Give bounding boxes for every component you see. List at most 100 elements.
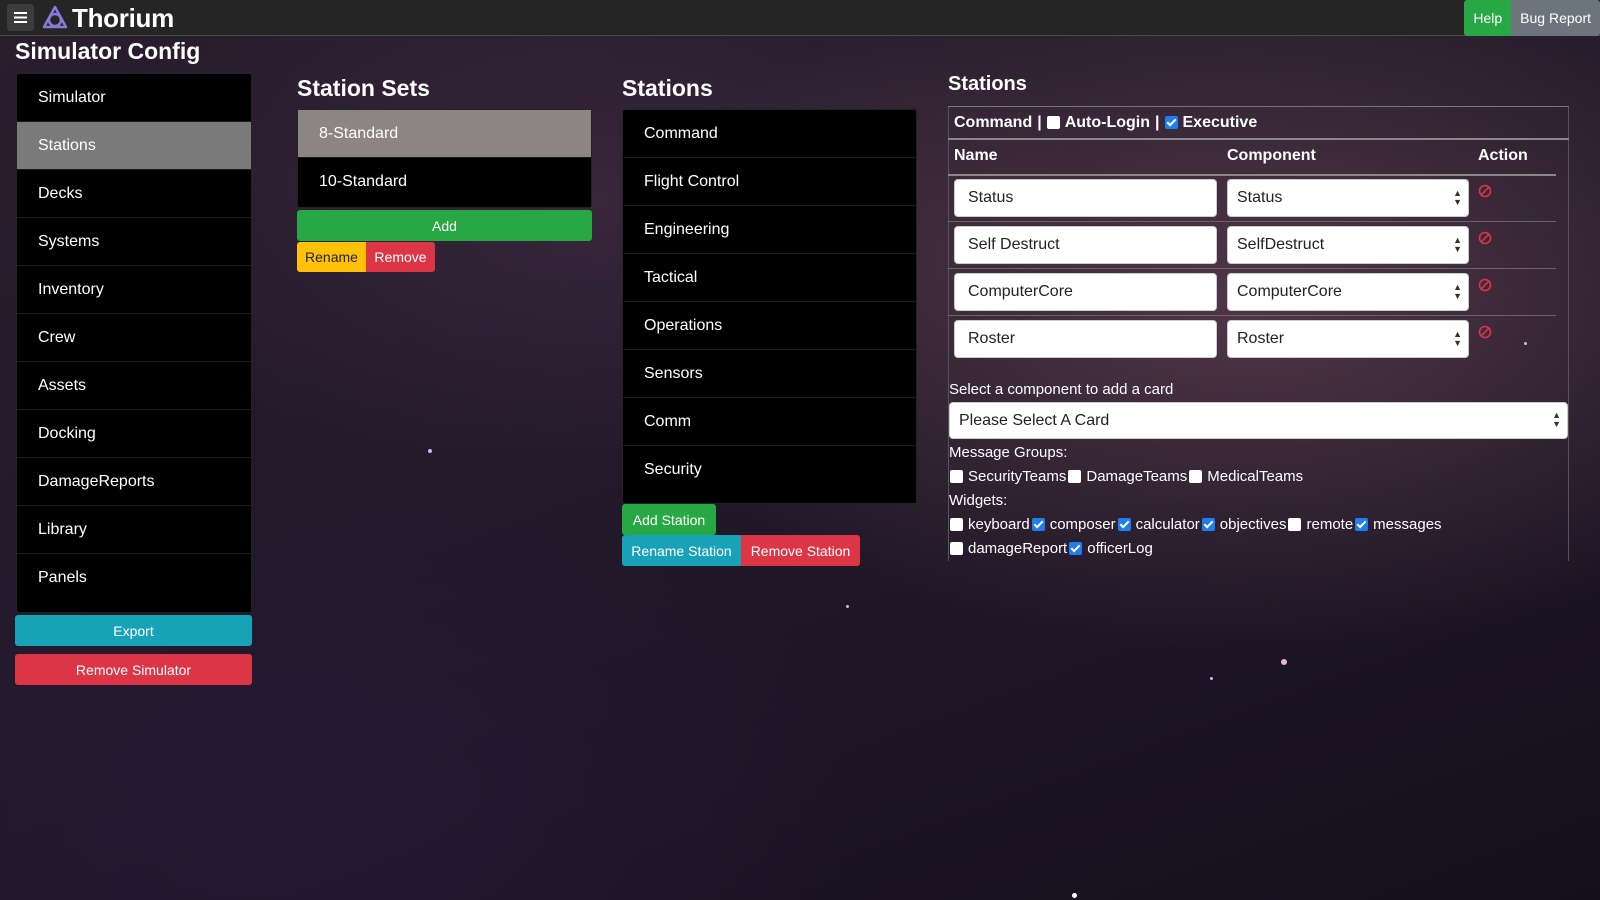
- message-group-label: DamageTeams: [1086, 468, 1188, 485]
- sidebar-item-decks[interactable]: Decks: [17, 170, 251, 218]
- sidebar-item-docking[interactable]: Docking: [17, 410, 251, 458]
- add-card-label: Select a component to add a card: [949, 381, 1174, 398]
- card-name-input[interactable]: ComputerCore: [954, 273, 1217, 311]
- widget-checkbox[interactable]: [1069, 542, 1083, 555]
- table-header-divider: [948, 174, 1556, 176]
- station-detail-title: Stations: [948, 73, 1027, 95]
- station-item[interactable]: Security: [623, 446, 916, 494]
- message-groups-row: SecurityTeams DamageTeams MedicalTeams: [950, 468, 1305, 485]
- rename-station-button[interactable]: Rename Station: [622, 535, 741, 566]
- star-decoration: [846, 605, 849, 608]
- station-set-item[interactable]: 8-Standard: [298, 110, 591, 158]
- station-set-item[interactable]: 10-Standard: [298, 158, 591, 206]
- message-groups-label: Message Groups:: [949, 444, 1068, 461]
- sidebar-item-assets[interactable]: Assets: [17, 362, 251, 410]
- brand[interactable]: Thorium: [42, 3, 174, 33]
- widgets-row: keyboard composer calculator objectives …: [950, 516, 1444, 533]
- auto-login-label: Auto-Login: [1064, 113, 1151, 131]
- separator: |: [1037, 113, 1042, 131]
- stations-list: Command Flight Control Engineering Tacti…: [622, 109, 917, 504]
- card-name-input[interactable]: Self Destruct: [954, 226, 1217, 264]
- column-header-action: Action: [1478, 147, 1528, 164]
- widgets-label: Widgets:: [949, 492, 1008, 509]
- widget-label: calculator: [1135, 516, 1200, 533]
- star-decoration: [1210, 677, 1213, 680]
- station-item[interactable]: Flight Control: [623, 158, 916, 206]
- remove-card-icon[interactable]: [1478, 184, 1492, 198]
- message-group-checkbox[interactable]: [1068, 470, 1082, 483]
- export-button[interactable]: Export: [15, 615, 252, 646]
- executive-checkbox[interactable]: [1164, 116, 1178, 129]
- station-item[interactable]: Tactical: [623, 254, 916, 302]
- card-component-select[interactable]: ComputerCore ▲ ▼: [1227, 273, 1469, 311]
- widget-label: keyboard: [968, 516, 1030, 533]
- widget-checkbox[interactable]: [1117, 518, 1131, 531]
- star-decoration: [1072, 893, 1077, 898]
- message-group-checkbox[interactable]: [1189, 470, 1203, 483]
- rename-station-set-button[interactable]: Rename: [297, 242, 366, 272]
- card-component-select[interactable]: Roster ▲ ▼: [1227, 320, 1469, 358]
- separator: |: [1155, 113, 1160, 131]
- widget-label: damageReport: [968, 540, 1068, 557]
- column-header-name: Name: [954, 147, 998, 164]
- station-item[interactable]: Sensors: [623, 350, 916, 398]
- menu-toggle-button[interactable]: [7, 4, 34, 31]
- executive-label: Executive: [1182, 113, 1258, 131]
- sidebar-item-stations[interactable]: Stations: [17, 122, 251, 170]
- widget-label: objectives: [1219, 516, 1287, 533]
- auto-login-checkbox[interactable]: [1046, 116, 1060, 129]
- station-header-row: Command | Auto-Login | Executive: [948, 106, 1569, 140]
- widget-label: messages: [1373, 516, 1442, 533]
- top-navbar: Thorium Help Bug Report: [0, 0, 1600, 36]
- bug-report-button[interactable]: Bug Report: [1511, 0, 1600, 36]
- widget-checkbox[interactable]: [1201, 518, 1215, 531]
- widget-label: composer: [1049, 516, 1116, 533]
- sidebar-menu: Simulator Stations Decks Systems Invento…: [16, 73, 252, 613]
- sidebar-item-panels[interactable]: Panels: [17, 554, 251, 602]
- remove-card-icon[interactable]: [1478, 278, 1492, 292]
- brand-name: Thorium: [72, 2, 174, 33]
- star-decoration: [428, 449, 432, 453]
- remove-simulator-button[interactable]: Remove Simulator: [15, 654, 252, 685]
- remove-station-set-button[interactable]: Remove: [366, 242, 435, 272]
- station-name-label: Command: [954, 113, 1033, 131]
- card-name-input[interactable]: Roster: [954, 320, 1217, 358]
- widget-checkbox[interactable]: [950, 542, 963, 555]
- message-group-label: MedicalTeams: [1207, 468, 1304, 485]
- message-group-checkbox[interactable]: [950, 470, 963, 483]
- widget-checkbox[interactable]: [1031, 518, 1045, 531]
- remove-card-icon[interactable]: [1478, 325, 1492, 339]
- card-component-select[interactable]: Status ▲ ▼: [1227, 179, 1469, 217]
- thorium-logo-icon: [42, 5, 68, 29]
- widget-checkbox[interactable]: [1355, 518, 1369, 531]
- hamburger-icon: [14, 12, 27, 23]
- station-item[interactable]: Operations: [623, 302, 916, 350]
- remove-card-icon[interactable]: [1478, 231, 1492, 245]
- sidebar-item-inventory[interactable]: Inventory: [17, 266, 251, 314]
- widget-checkbox[interactable]: [1288, 518, 1302, 531]
- sidebar-item-library[interactable]: Library: [17, 506, 251, 554]
- station-item[interactable]: Engineering: [623, 206, 916, 254]
- station-item[interactable]: Comm: [623, 398, 916, 446]
- message-group-label: SecurityTeams: [968, 468, 1067, 485]
- help-button[interactable]: Help: [1464, 0, 1512, 36]
- add-station-set-button[interactable]: Add: [297, 210, 592, 241]
- station-item[interactable]: Command: [623, 110, 916, 158]
- row-divider: [948, 268, 1556, 269]
- page-title: Simulator Config: [15, 38, 201, 64]
- column-header-component: Component: [1227, 147, 1316, 164]
- remove-station-button[interactable]: Remove Station: [741, 535, 860, 566]
- widget-label: officerLog: [1087, 540, 1153, 557]
- sidebar-item-simulator[interactable]: Simulator: [17, 74, 251, 122]
- widget-label: remote: [1306, 516, 1354, 533]
- widgets-row: damageReport officerLog: [950, 540, 1155, 557]
- add-card-select[interactable]: Please Select A Card ▲ ▼: [949, 402, 1568, 439]
- card-component-select[interactable]: SelfDestruct ▲ ▼: [1227, 226, 1469, 264]
- sidebar-item-systems[interactable]: Systems: [17, 218, 251, 266]
- widget-checkbox[interactable]: [950, 518, 963, 531]
- row-divider: [948, 315, 1556, 316]
- sidebar-item-crew[interactable]: Crew: [17, 314, 251, 362]
- add-station-button[interactable]: Add Station: [622, 504, 716, 535]
- card-name-input[interactable]: Status: [954, 179, 1217, 217]
- sidebar-item-damagereports[interactable]: DamageReports: [17, 458, 251, 506]
